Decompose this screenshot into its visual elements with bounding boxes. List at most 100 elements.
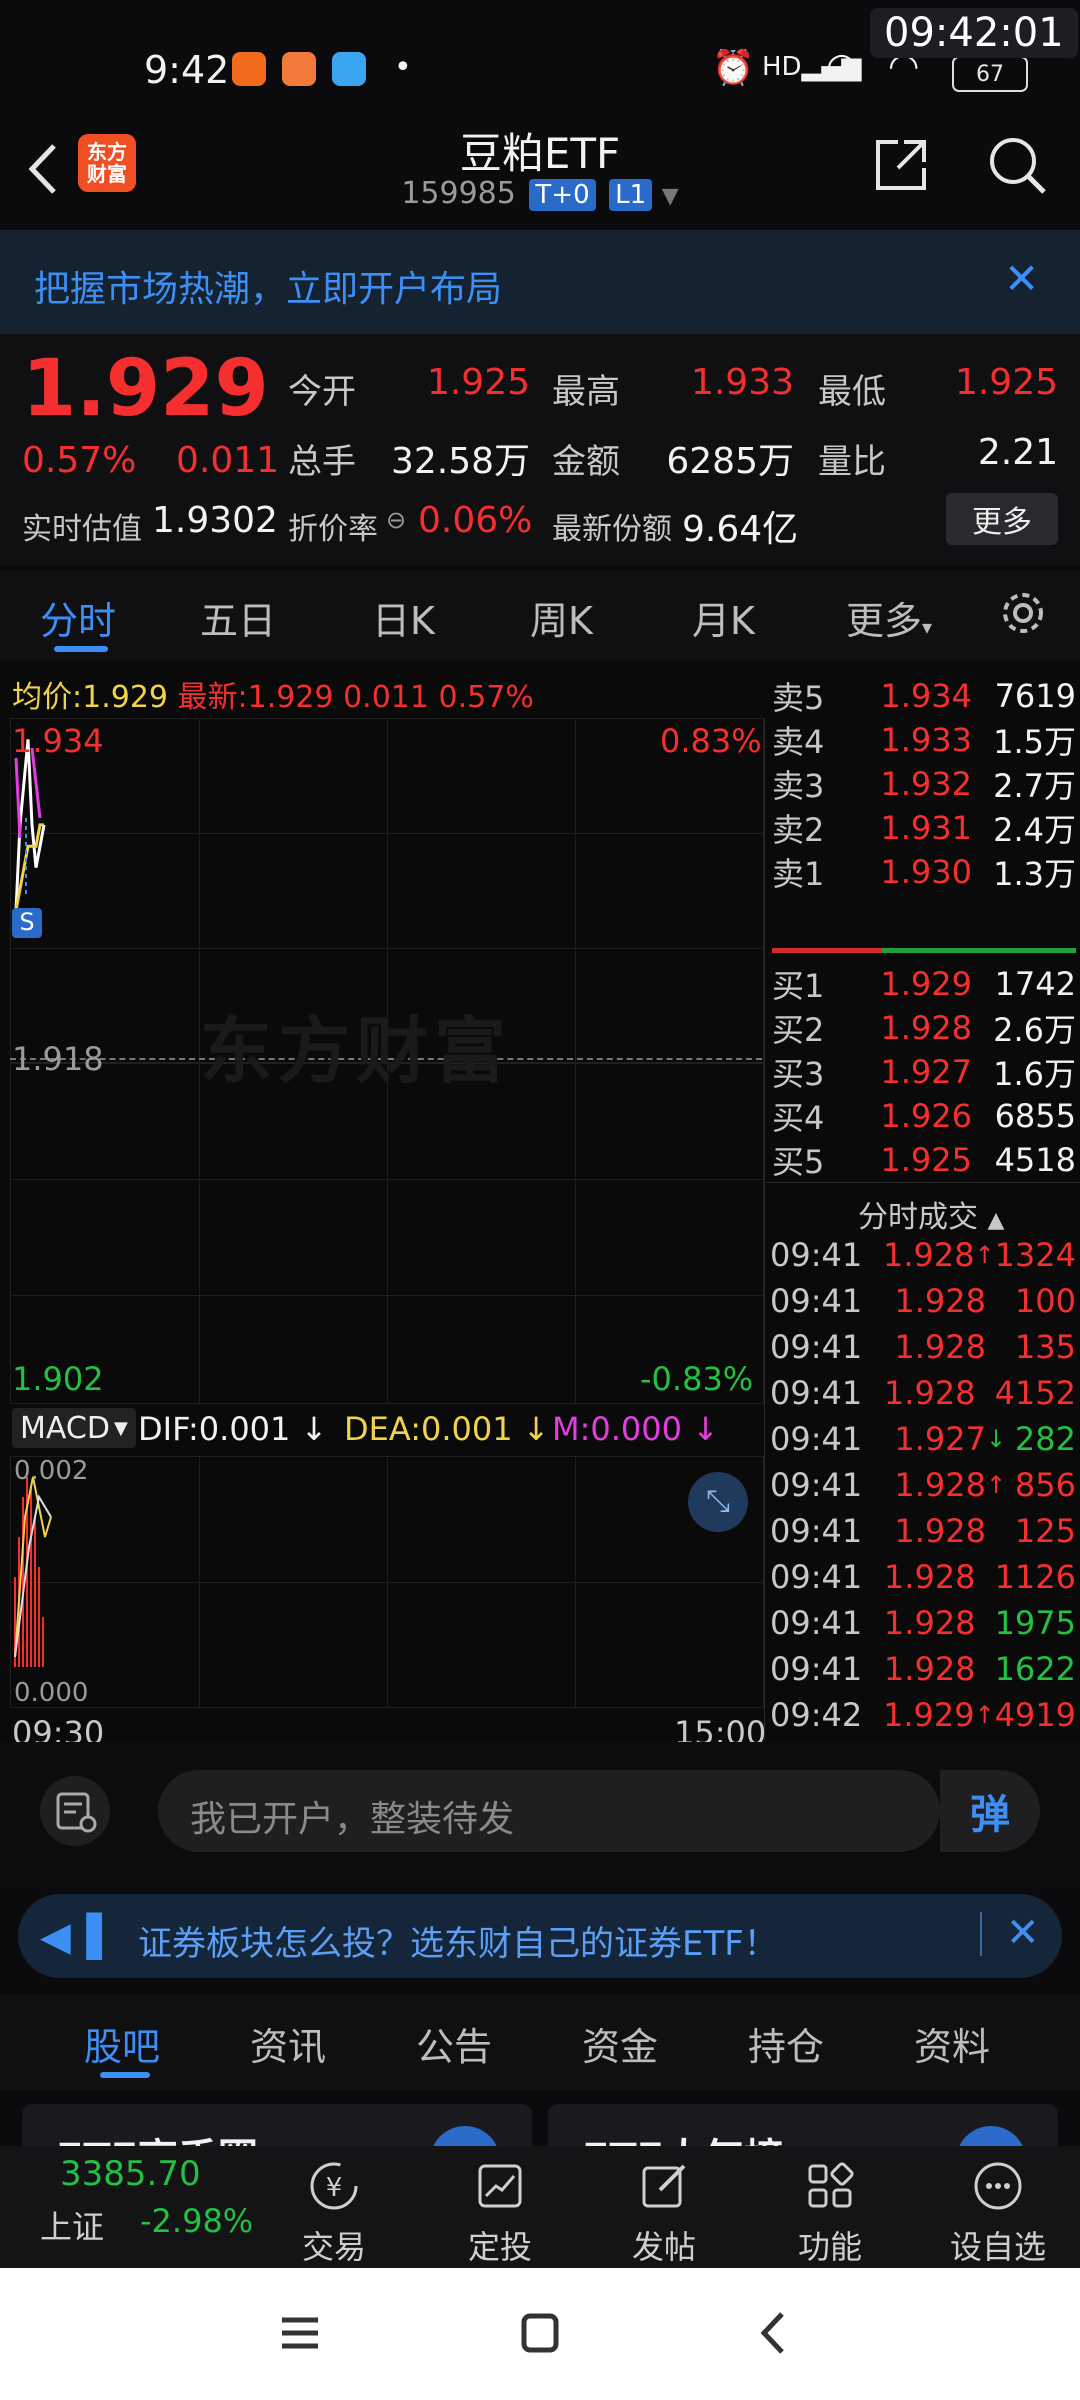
tab-weekly-k[interactable]: 周K xyxy=(530,590,593,645)
card-icon xyxy=(956,2126,1026,2146)
ratio-label: 量比 xyxy=(818,442,886,482)
shares-value: 9.64亿 xyxy=(682,509,799,550)
close-icon[interactable]: ✕ xyxy=(1006,1910,1040,1956)
danmaku-button[interactable]: 弹 xyxy=(940,1770,1040,1852)
settings-button[interactable] xyxy=(998,588,1048,638)
tab-profile[interactable]: 资料 xyxy=(914,2016,990,2071)
nav-add-watchlist[interactable]: 设自选 xyxy=(938,2156,1058,2268)
bid-row[interactable]: 买2 1.928 2.6万 xyxy=(772,1006,1076,1050)
low-label: 最低 xyxy=(818,372,886,412)
avg-value: 1.929 xyxy=(82,680,168,715)
card-title: ETF高手圈 xyxy=(56,2126,258,2146)
battery-icon: 67 xyxy=(952,56,1028,92)
index-ticker[interactable]: 3385.70 上证 -2.98% xyxy=(40,2154,270,2262)
tab-more[interactable]: 更多▾ xyxy=(846,590,932,645)
bid-row[interactable]: 买5 1.925 4518 xyxy=(772,1138,1076,1182)
home-button[interactable] xyxy=(510,2308,570,2358)
low-value: 1.925 xyxy=(954,362,1058,403)
expand-icon[interactable]: ⤡ xyxy=(688,1472,748,1532)
ob-volume: 2.4万 xyxy=(993,811,1076,849)
post-button[interactable] xyxy=(40,1776,110,1846)
latest-value: 1.929 xyxy=(247,680,334,715)
trade-marker-badge[interactable]: S xyxy=(12,908,42,938)
caret-up-icon: ▲ xyxy=(987,1208,1005,1233)
y-mid-label: 1.918 xyxy=(12,1040,104,1078)
ask-row[interactable]: 卖4 1.933 1.5万 xyxy=(772,718,1076,762)
notification-dot-icon: • xyxy=(394,50,412,85)
menu-button[interactable] xyxy=(270,2308,330,2358)
chevron-down-icon[interactable]: ▼ xyxy=(662,184,679,209)
ob-price: 1.928 xyxy=(880,1009,972,1047)
ask-row[interactable]: 卖1 1.930 1.3万 xyxy=(772,850,1076,894)
more-button[interactable]: 更多 xyxy=(946,493,1058,545)
search-icon xyxy=(990,138,1046,194)
status-time: 9:42 xyxy=(144,48,230,92)
tick-volume: 100 xyxy=(1014,1282,1076,1320)
ticks-header[interactable]: 分时成交 ▲ xyxy=(858,1192,1004,1236)
nav-invest-plan[interactable]: 定投 xyxy=(440,2156,560,2268)
bid-row[interactable]: 买3 1.927 1.6万 xyxy=(772,1050,1076,1094)
ob-volume: 7619 xyxy=(994,677,1076,715)
card-etf-experts[interactable]: ETF高手圈 xyxy=(22,2104,532,2146)
open-value: 1.925 xyxy=(426,362,530,403)
feature-cards: ETF高手圈 ETF人气榜 xyxy=(0,2090,1080,2146)
high-label: 最高 xyxy=(552,372,620,412)
tab-monthly-k[interactable]: 月K xyxy=(692,590,755,645)
banner-text: 把握市场热潮，立即开户布局 xyxy=(34,269,503,310)
pct-min-label: -0.83% xyxy=(640,1360,754,1398)
bid-row[interactable]: 买1 1.929 1742 xyxy=(772,962,1076,1006)
ask-row[interactable]: 卖3 1.932 2.7万 xyxy=(772,762,1076,806)
ob-volume: 1742 xyxy=(994,965,1076,1003)
tick-time: 09:41 xyxy=(770,1374,863,1412)
tab-funds[interactable]: 资金 xyxy=(582,2016,658,2071)
status-bar: 9:42 • ⏰ HD▂▄▆ ◠ ◠ 67 09:42:01 xyxy=(0,0,1080,120)
nav-trade[interactable]: ¥ 交易 xyxy=(274,2156,394,2268)
tab-intraday[interactable]: 分时 xyxy=(40,590,116,645)
grid-icon xyxy=(808,2162,854,2208)
card-etf-ranking[interactable]: ETF人气榜 xyxy=(548,2104,1058,2146)
close-icon[interactable]: ✕ xyxy=(1004,254,1039,303)
promo-banner[interactable]: ◀▐ 证券板块怎么投？选东财自己的证券ETF！ ✕ xyxy=(18,1894,1062,1978)
tab-announcements[interactable]: 公告 xyxy=(416,2016,492,2071)
info-icon[interactable]: ⊖ xyxy=(386,506,406,534)
tab-news[interactable]: 资讯 xyxy=(250,2016,326,2071)
tick-price: 1.928 xyxy=(883,1558,976,1596)
t0-chip: T+0 xyxy=(529,179,596,211)
open-account-banner[interactable]: 把握市场热潮，立即开户布局 ✕ xyxy=(0,230,1080,334)
tick-row: 09:41 1.928 4152 xyxy=(770,1374,1076,1412)
ask-row[interactable]: 卖5 1.934 7619 xyxy=(772,674,1076,718)
nav-add-watchlist-label: 设自选 xyxy=(949,2228,1046,2266)
ob-level-label: 买1 xyxy=(772,967,825,1005)
comment-placeholder: 我已开户，整装待发 xyxy=(190,1799,515,1840)
ask-row[interactable]: 卖2 1.931 2.4万 xyxy=(772,806,1076,850)
ob-volume: 2.6万 xyxy=(993,1011,1076,1049)
tick-volume: 1975 xyxy=(994,1604,1076,1642)
tab-five-day[interactable]: 五日 xyxy=(200,590,276,645)
tab-daily-k[interactable]: 日K xyxy=(372,590,435,645)
macd-selector[interactable]: MACD ▼ xyxy=(12,1408,136,1448)
bid-row[interactable]: 买4 1.926 6855 xyxy=(772,1094,1076,1138)
chart-info-line: 均价:1.929 最新:1.929 0.011 0.57% xyxy=(12,672,534,716)
back-nav-button[interactable] xyxy=(744,2308,804,2358)
nav-functions[interactable]: 功能 xyxy=(770,2156,890,2268)
comment-input[interactable]: 我已开户，整装待发 xyxy=(158,1770,940,1852)
ob-price: 1.929 xyxy=(880,965,972,1003)
tab-holdings[interactable]: 持仓 xyxy=(748,2016,824,2071)
stock-header: 东方 财富 豆粕ETF 159985 T+0 L1 ▼ xyxy=(0,120,1080,230)
amount-value: 6285万 xyxy=(666,441,794,482)
amount-label: 金额 xyxy=(552,442,620,482)
change-value: 0.011 xyxy=(176,440,280,481)
share-button[interactable] xyxy=(870,134,932,196)
tab-guba[interactable]: 股吧 xyxy=(84,2016,160,2071)
nav-post[interactable]: 发帖 xyxy=(604,2156,724,2268)
search-button[interactable] xyxy=(986,134,1048,196)
tick-row: 09:41 1.928 1126 xyxy=(770,1558,1076,1596)
tick-volume: 1622 xyxy=(994,1650,1076,1688)
tick-time: 09:41 xyxy=(770,1236,863,1274)
macd-dea-value: DEA:0.001 xyxy=(344,1410,513,1448)
tick-row: 09:41 1.927 ↓ 282 xyxy=(770,1420,1076,1458)
svg-text:¥: ¥ xyxy=(326,2173,343,2203)
active-tab-indicator xyxy=(54,646,108,652)
macd-plot[interactable] xyxy=(10,1456,764,1708)
notification-shop-icon xyxy=(282,52,316,86)
